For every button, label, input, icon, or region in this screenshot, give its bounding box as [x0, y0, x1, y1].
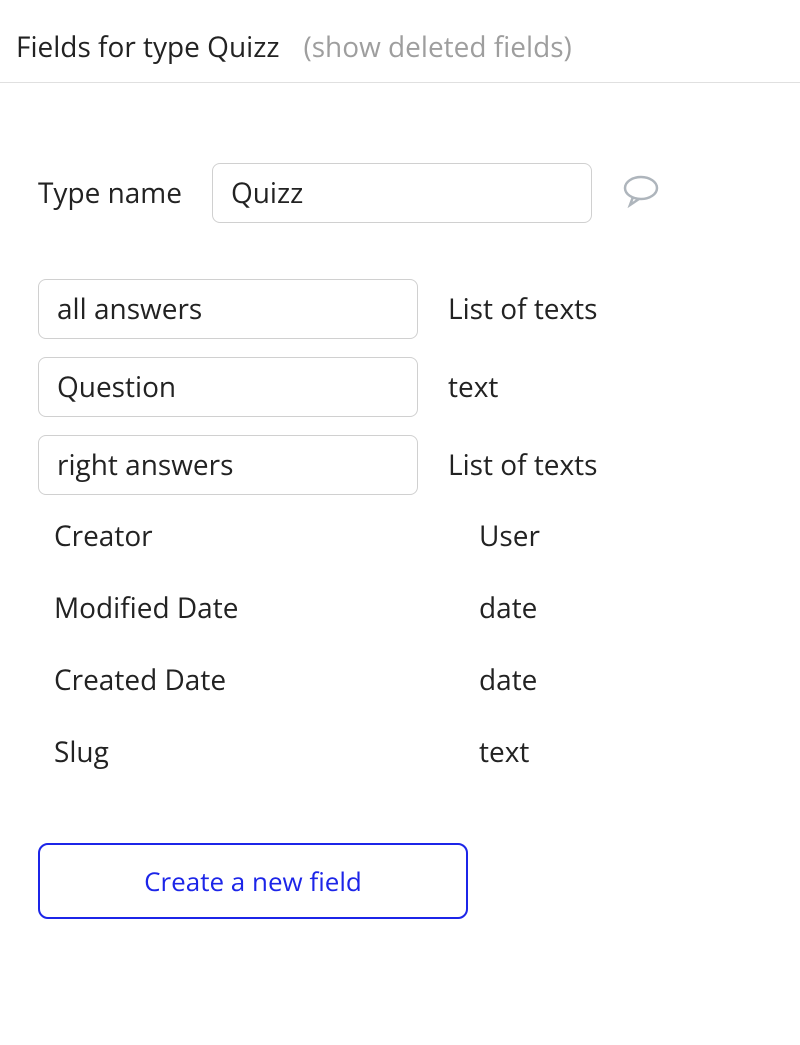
field-row: Modified Date date: [38, 589, 762, 627]
field-row: Slug text: [38, 733, 762, 771]
field-name-static: Modified Date: [54, 589, 449, 627]
field-type-label: text: [449, 733, 762, 771]
type-name-label: Type name: [38, 174, 182, 212]
field-name-static: Slug: [54, 733, 449, 771]
field-type-label: List of texts: [418, 446, 762, 484]
field-type-label: date: [449, 661, 762, 699]
header: Fields for type Quizz (show deleted fiel…: [0, 0, 800, 83]
field-row: all answers List of texts: [38, 279, 762, 339]
comment-icon[interactable]: [622, 174, 660, 213]
field-row: right answers List of texts: [38, 435, 762, 495]
field-type-label: User: [449, 517, 762, 555]
type-name-row: Type name: [38, 163, 762, 223]
content-area: Type name all answers List of texts Ques…: [0, 83, 800, 919]
field-name-input[interactable]: right answers: [38, 435, 418, 495]
field-row: Created Date date: [38, 661, 762, 699]
field-type-label: text: [418, 368, 762, 406]
show-deleted-link[interactable]: (show deleted fields): [303, 28, 571, 66]
field-name-input[interactable]: all answers: [38, 279, 418, 339]
field-name-static: Creator: [54, 517, 449, 555]
field-type-label: List of texts: [418, 290, 762, 328]
type-name-input[interactable]: [212, 163, 592, 223]
field-row: Creator User: [38, 517, 762, 555]
field-name-static: Created Date: [54, 661, 449, 699]
field-type-label: date: [449, 589, 762, 627]
page-title: Fields for type Quizz: [16, 28, 279, 66]
custom-fields-list: all answers List of texts Question text …: [38, 279, 762, 495]
field-name-input[interactable]: Question: [38, 357, 418, 417]
create-new-field-button[interactable]: Create a new field: [38, 843, 468, 919]
builtin-fields-list: Creator User Modified Date date Created …: [38, 517, 762, 771]
field-row: Question text: [38, 357, 762, 417]
